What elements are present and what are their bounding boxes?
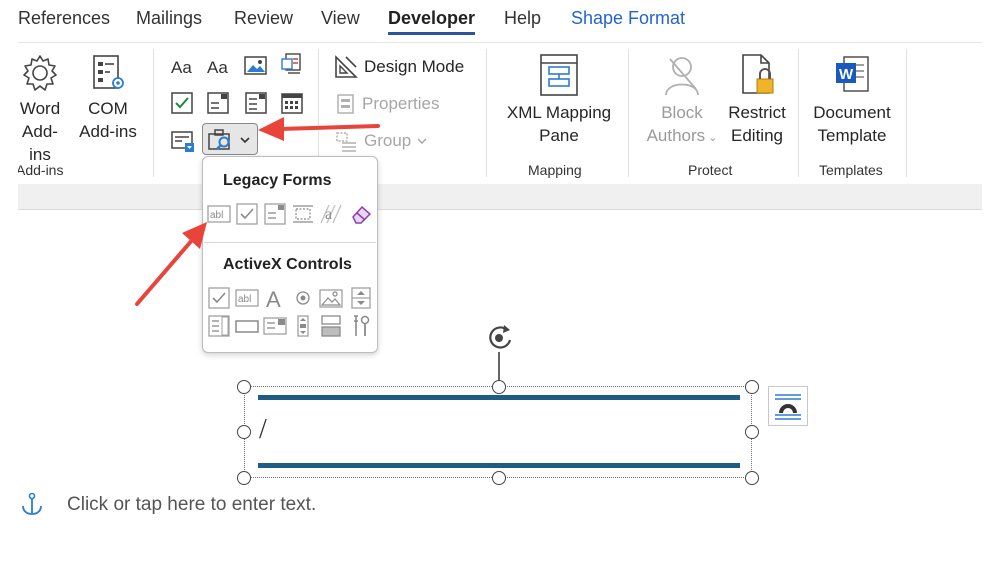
arrow-to-text-form-field — [135, 222, 207, 306]
annotation-arrows — [135, 117, 380, 306]
arrow-to-legacy-tools-button — [258, 117, 380, 141]
